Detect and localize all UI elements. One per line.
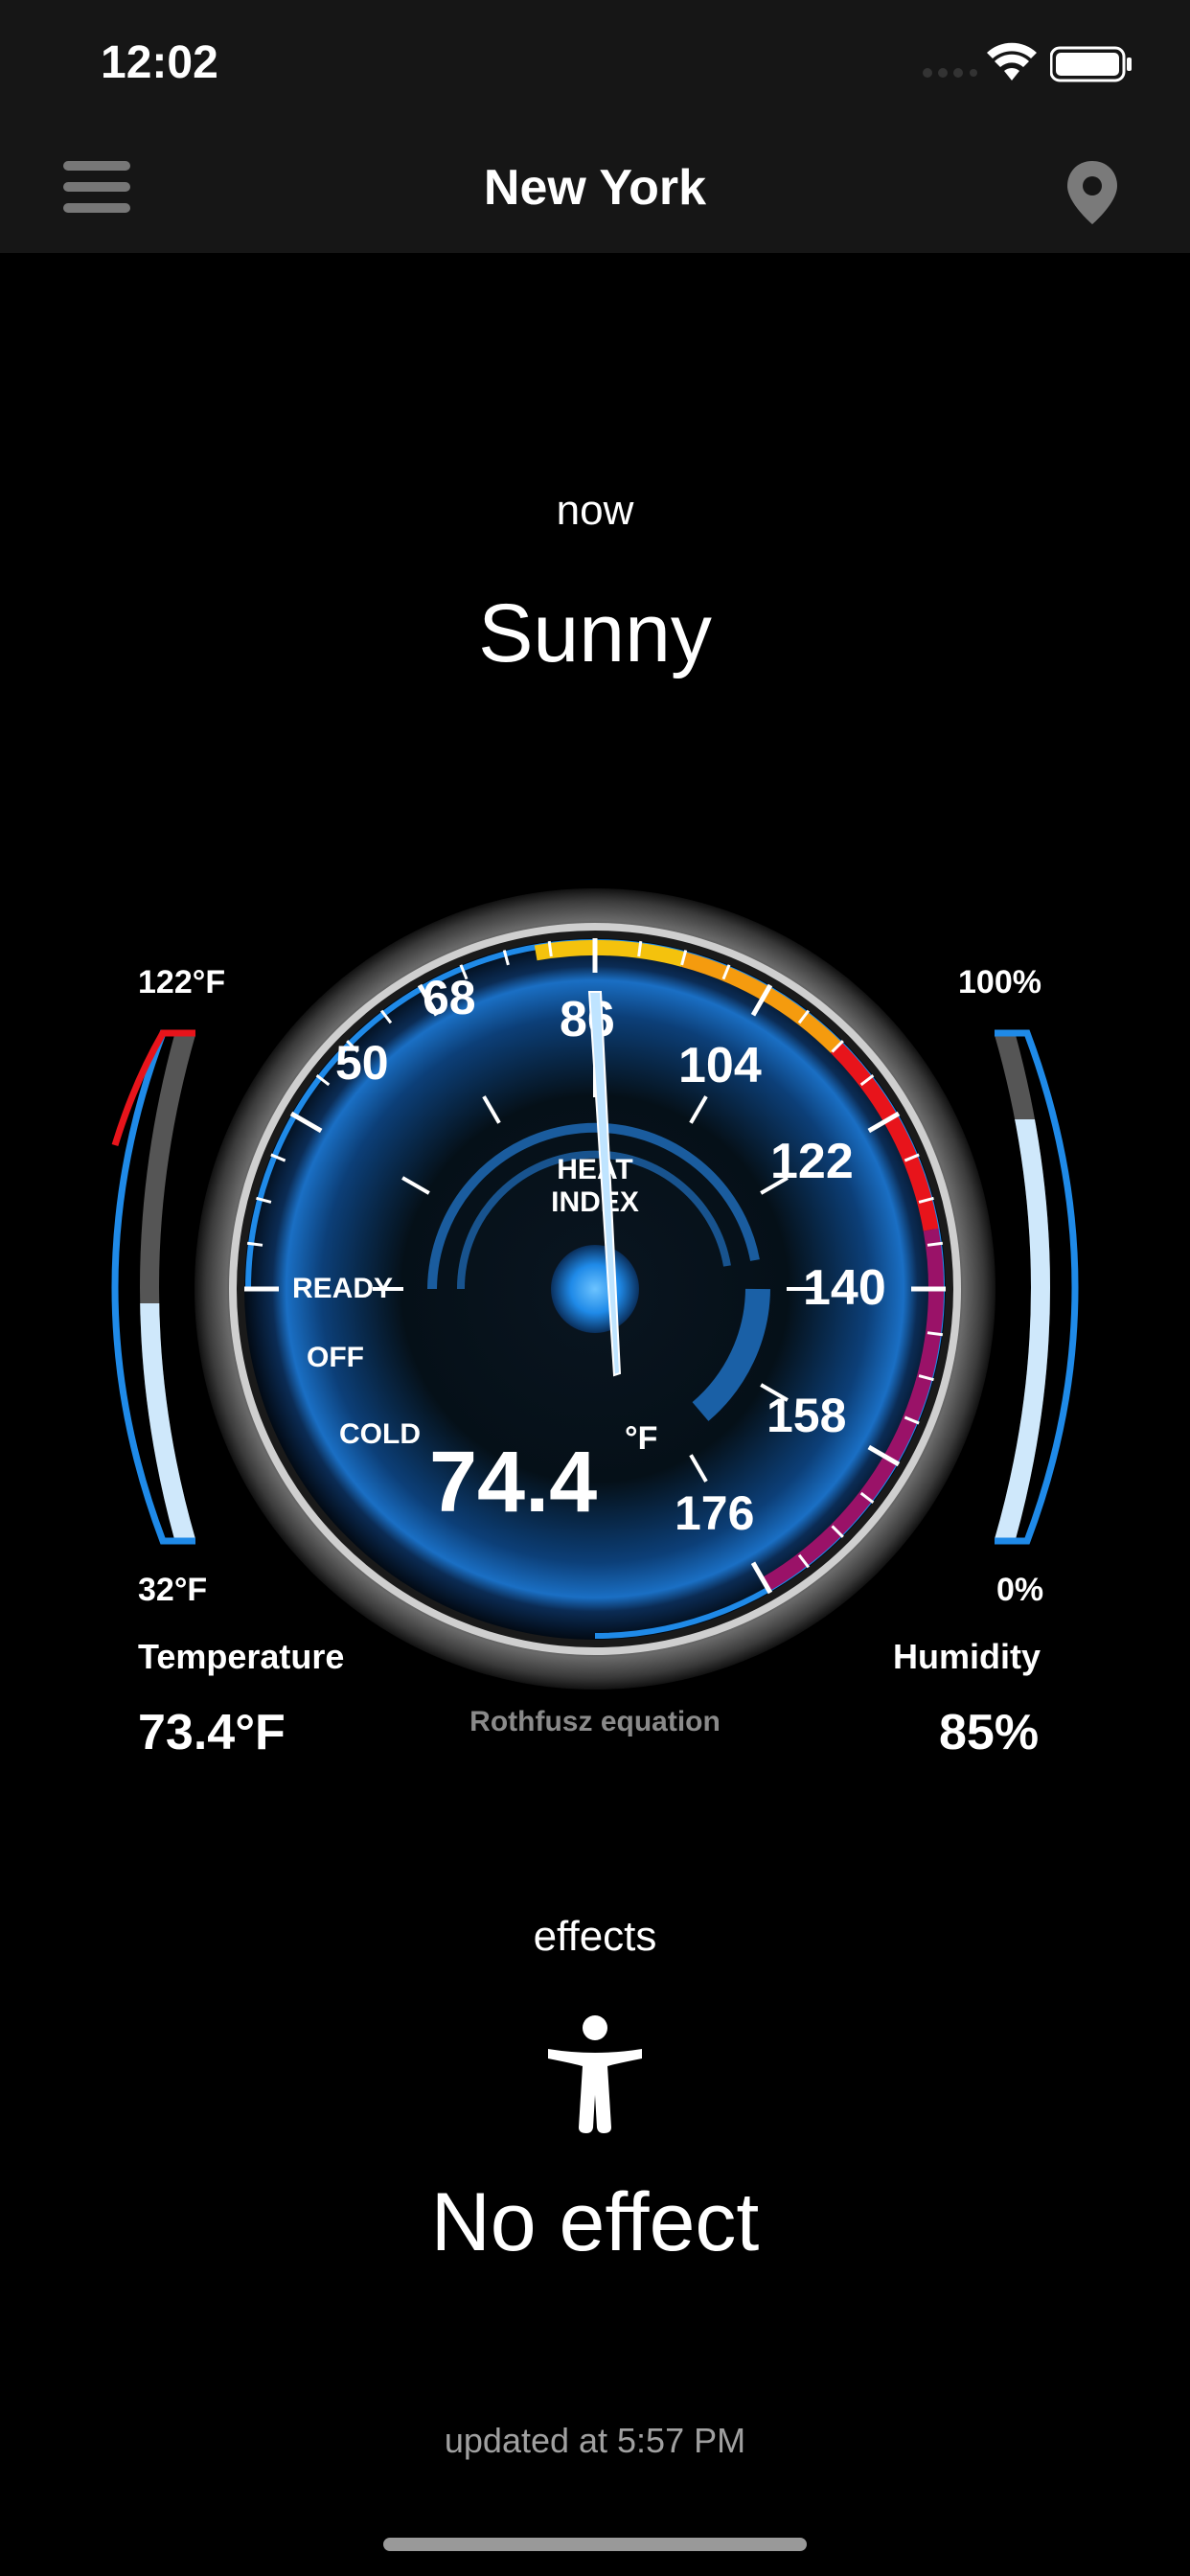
city-title: New York — [483, 160, 707, 216]
temperature-bar — [111, 1029, 195, 1545]
humidity-min-label: 0% — [996, 1572, 1044, 1608]
weather-condition: Sunny — [478, 587, 712, 679]
gauge-hub — [551, 1245, 639, 1333]
wifi-icon — [987, 42, 1037, 80]
now-label: now — [556, 487, 634, 534]
home-indicator[interactable] — [383, 2538, 807, 2551]
humidity-bar — [995, 1029, 1079, 1545]
person-icon — [548, 2015, 642, 2133]
effect-title: No effect — [430, 2176, 760, 2268]
gauge-needle-layer — [551, 991, 639, 1377]
status-time: 12:02 — [101, 37, 218, 88]
signal-icon — [923, 68, 977, 78]
equation-label: Rothfusz equation — [469, 1706, 721, 1737]
updated-timestamp: updated at 5:57 PM — [444, 2421, 746, 2460]
location-pin-icon[interactable] — [1064, 159, 1121, 226]
battery-icon — [1050, 46, 1132, 82]
effects-label: effects — [533, 1913, 657, 1960]
